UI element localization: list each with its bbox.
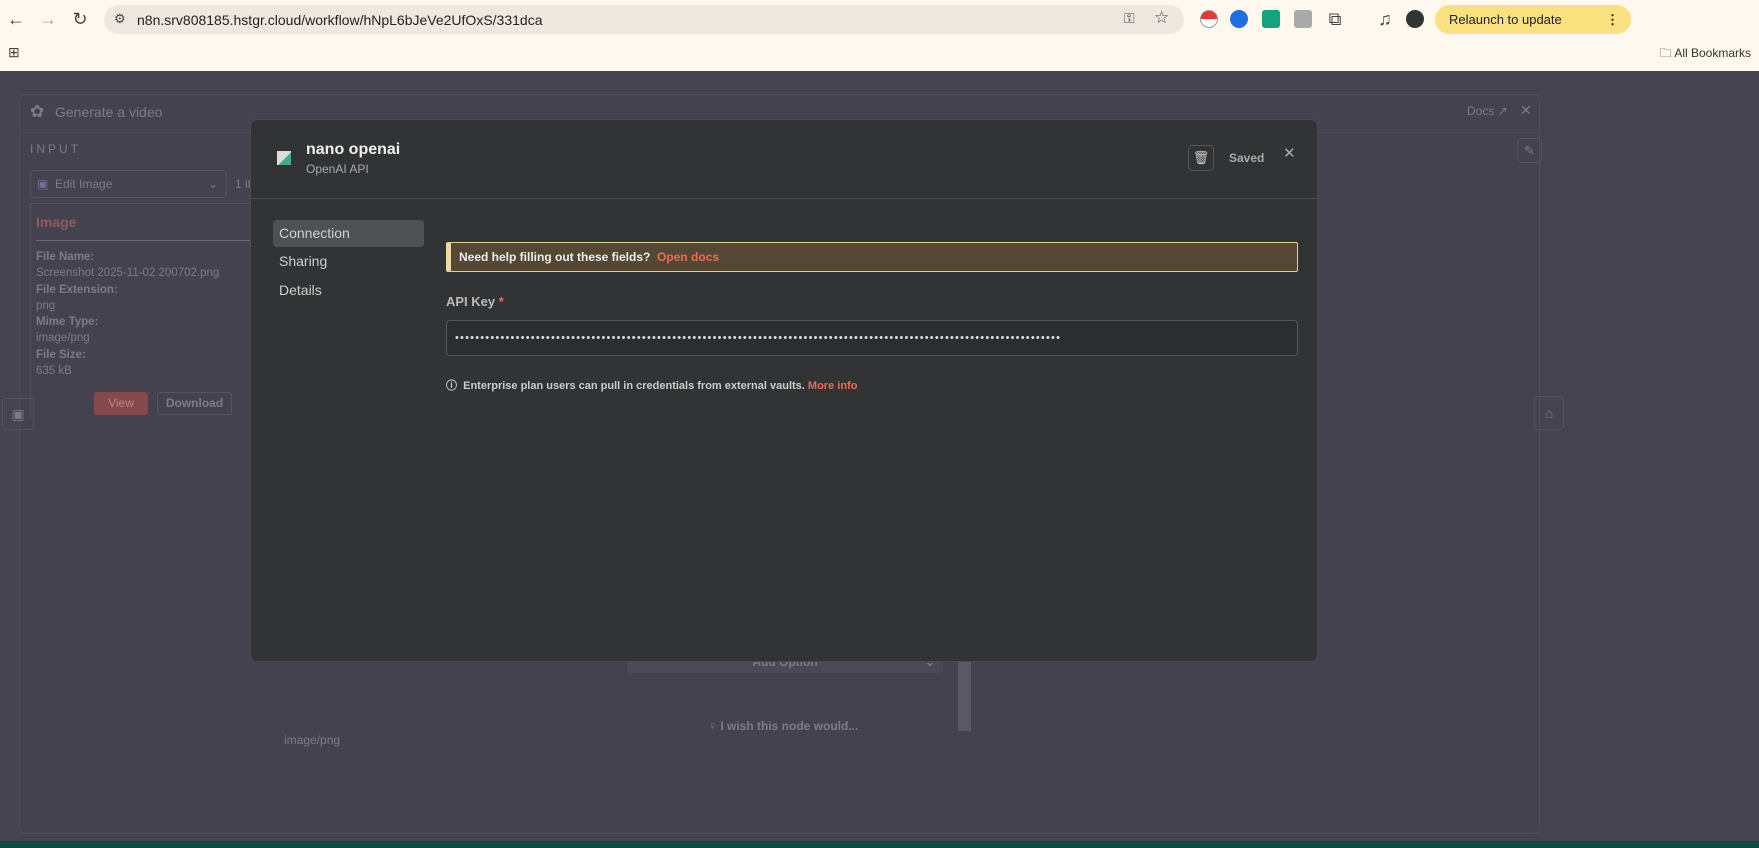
binary-title: Image [36, 214, 77, 230]
menu-connection[interactable]: Connection [273, 220, 424, 247]
back-icon[interactable]: ← [6, 9, 26, 29]
binary-fields: File Name: Screenshot 2025-11-02 200702.p… [36, 249, 219, 379]
image-side-icon[interactable]: ▣ [2, 398, 34, 430]
profile-avatar[interactable] [1406, 10, 1424, 28]
all-bookmarks[interactable]: 🗀 All Bookmarks [1660, 44, 1751, 65]
close-modal-icon[interactable]: ✕ [1283, 144, 1296, 162]
taskbar-strip [0, 841, 1759, 848]
menu-sharing[interactable]: Sharing [273, 248, 424, 275]
api-key-input[interactable]: ••••••••••••••••••••••••••••••••••••••••… [446, 320, 1298, 356]
view-button[interactable]: View [94, 392, 148, 415]
address-bar[interactable]: ⚙ n8n.srv808185.hstgr.cloud/workflow/hNp… [104, 5, 1184, 34]
feedback-label: I wish this node would... [720, 719, 859, 733]
camera-extension-icon[interactable] [1294, 10, 1312, 28]
credential-modal: nano openai OpenAI API 🗑 Saved ✕ Connect… [250, 119, 1319, 662]
relaunch-button[interactable]: Relaunch to update ⋮ [1435, 5, 1631, 34]
docs-label: Docs [1467, 104, 1495, 118]
field-label: Mime Type: [36, 316, 99, 329]
folder-icon: 🗀 [1659, 46, 1675, 60]
broken-image-icon [277, 151, 291, 165]
node-title: Generate a video [55, 104, 163, 120]
bookmarks-label: All Bookmarks [1674, 46, 1751, 60]
field-label: File Name: [36, 251, 95, 263]
credential-type: OpenAI API [306, 162, 369, 176]
extensions-icon[interactable]: ⧉ [1325, 9, 1345, 29]
input-heading: INPUT [30, 142, 81, 156]
info-icon: ⓘ [446, 380, 464, 392]
key-icon[interactable]: ⚿ [1124, 10, 1135, 27]
media-control-icon[interactable]: ♫ [1375, 9, 1395, 29]
input-node-dropdown[interactable]: ▣ Edit Image ⌄ [30, 170, 227, 198]
vault-info: ⓘ Enterprise plan users can pull in cred… [446, 377, 857, 393]
forward-icon[interactable]: → [38, 9, 58, 29]
lightbulb-icon: ♀ [708, 719, 721, 733]
dropdown-value: Edit Image [55, 177, 113, 191]
info-text: Enterprise plan users can pull in creden… [463, 380, 805, 392]
field-value: image/png [36, 332, 90, 345]
delete-trash-icon[interactable]: 🗑 [1188, 145, 1214, 171]
scrollbar[interactable] [958, 661, 971, 731]
banner-text: Need help filling out these fields? [459, 250, 651, 264]
more-info-link[interactable]: More info [808, 380, 858, 392]
openai-logo-icon: ✿ [30, 102, 45, 121]
binary-data-card: Image File Name: Screenshot 2025-11-02 20… [30, 203, 251, 418]
video-extension-icon[interactable] [1262, 10, 1280, 28]
label-text: API Key [446, 294, 496, 309]
credential-title[interactable]: nano openai [306, 141, 400, 159]
feedback-link[interactable]: ♀ I wish this node would... [708, 719, 858, 733]
browser-toolbar: ← → ↻ ⚙ n8n.srv808185.hstgr.cloud/workfl… [0, 0, 1759, 71]
star-icon[interactable]: ☆ [1154, 8, 1169, 28]
divider [36, 240, 251, 241]
site-settings-icon[interactable]: ⚙ [114, 11, 126, 27]
edit-pencil-icon[interactable]: ✎ [1517, 138, 1542, 163]
image-icon: ▣ [37, 177, 49, 191]
menu-details[interactable]: Details [273, 277, 424, 304]
required-mark: * [498, 294, 504, 309]
help-banner: Need help filling out these fields? Open… [446, 242, 1298, 272]
saved-status: Saved [1229, 151, 1265, 165]
close-icon[interactable]: ✕ [1520, 102, 1532, 119]
api-key-label: API Key * [446, 294, 504, 309]
field-label: File Size: [36, 348, 86, 361]
field-value: Screenshot 2025-11-02 200702.png [36, 267, 220, 280]
ai-assistant-robot-icon[interactable]: ⌂ [1534, 396, 1564, 430]
zoom-extension-icon[interactable] [1230, 10, 1248, 28]
open-docs-link[interactable]: Open docs [657, 250, 719, 264]
url-text[interactable]: n8n.srv808185.hstgr.cloud/workflow/hNpL6… [137, 12, 542, 28]
field-label: File Extension: [36, 283, 118, 296]
menu-dots-icon[interactable]: ⋮ [1606, 5, 1619, 34]
relaunch-label: Relaunch to update [1449, 12, 1562, 27]
apps-grid-icon[interactable]: ⊞ [8, 44, 20, 61]
pokeball-extension-icon[interactable] [1200, 10, 1218, 28]
bottom-mime-text: image/png [284, 733, 341, 747]
reload-icon[interactable]: ↻ [70, 9, 90, 29]
chevron-down-icon: ⌄ [207, 177, 218, 191]
field-value: 635 kB [36, 365, 72, 378]
field-value: png [36, 299, 56, 312]
docs-link[interactable]: Docs ↗ [1467, 104, 1508, 118]
download-button[interactable]: Download [157, 392, 232, 415]
items-count: 1 it [235, 177, 252, 191]
divider [251, 198, 1319, 199]
